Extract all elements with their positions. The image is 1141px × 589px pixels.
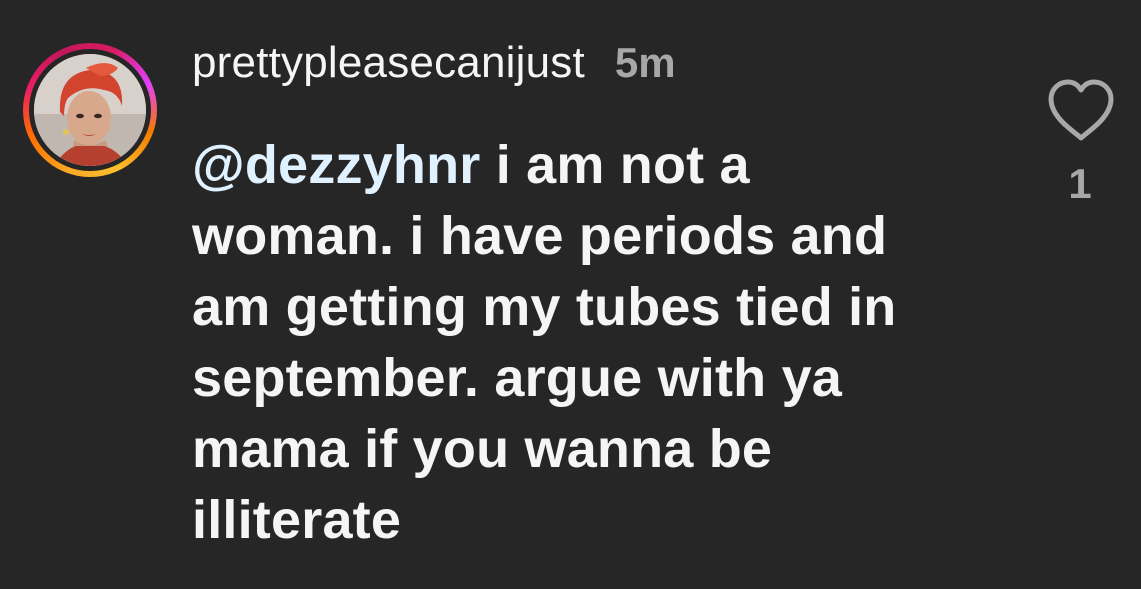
avatar-image [34,54,146,166]
comment-timestamp: 5m [614,39,676,86]
avatar-gap [29,49,151,171]
story-ring[interactable] [23,43,157,177]
like-count[interactable]: 1 [1060,160,1100,208]
avatar[interactable] [34,54,146,166]
mention-link[interactable]: @dezzyhnr [192,135,481,195]
comment-header: prettypleasecanijust 5m [192,38,676,98]
heart-outline-icon [1048,79,1114,141]
like-button[interactable] [1045,78,1117,144]
username-link[interactable]: prettypleasecanijust [192,38,585,88]
comment-item: prettypleasecanijust 5m @dezzyhnr i am n… [0,0,1141,589]
comment-body-text: i am not a woman. i have periods and am … [192,135,897,550]
comment-text: @dezzyhnr i am not a woman. i have perio… [192,130,952,556]
